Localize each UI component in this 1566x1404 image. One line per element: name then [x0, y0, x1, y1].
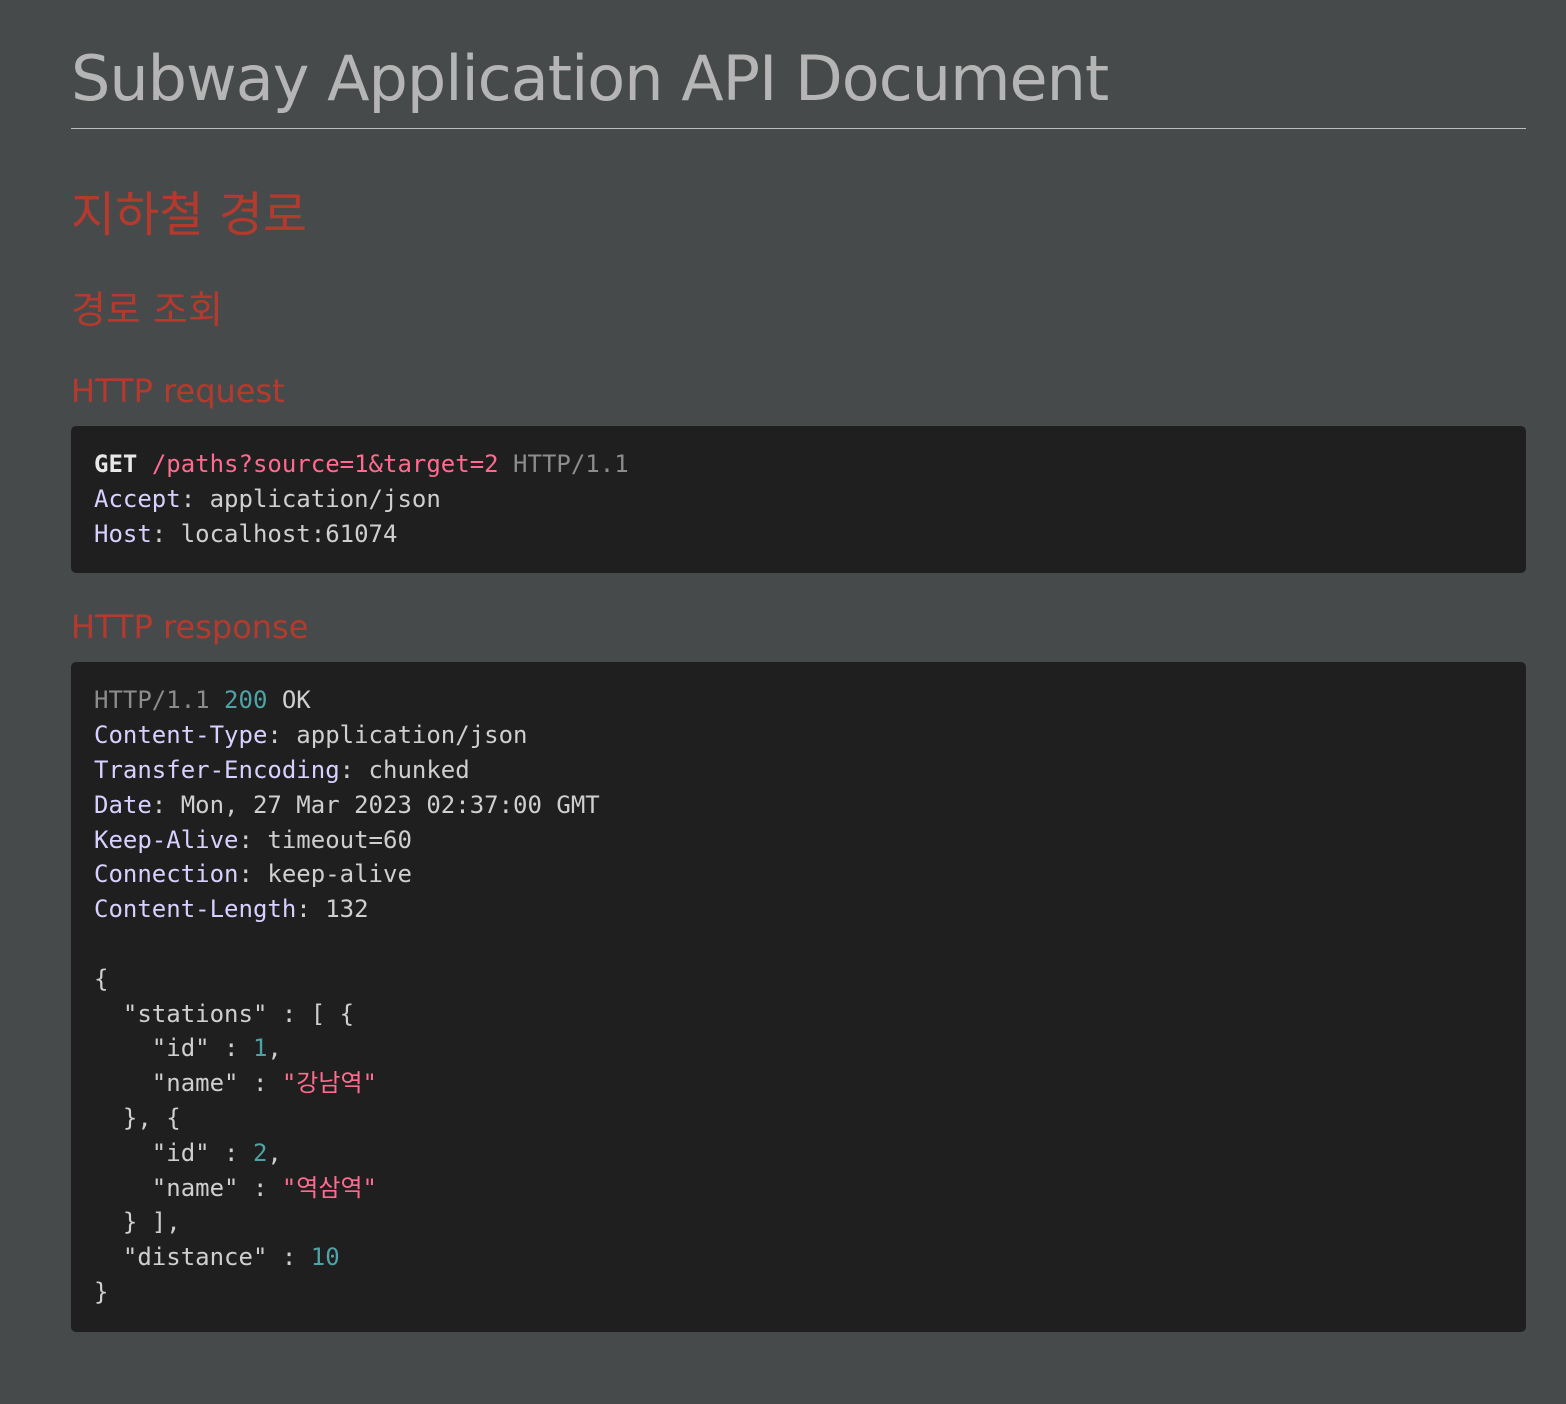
response-header-value: 132	[325, 895, 369, 924]
response-header-name: Date	[94, 790, 152, 819]
subsection-title: 경로 조회	[71, 288, 223, 332]
json-line: "name" : "강남역"	[151, 1069, 377, 1098]
response-header-name: Content-Length	[94, 895, 297, 924]
json-line: }	[94, 1277, 109, 1306]
request-header-value: application/json	[209, 484, 441, 513]
response-header-value: Mon, 27 Mar 2023 02:37:00 GMT	[180, 790, 600, 819]
request-protocol: HTTP/1.1	[513, 450, 629, 478]
request-method: GET	[94, 450, 138, 478]
json-line: "id" : 2,	[151, 1138, 282, 1167]
response-header-line: Keep-Alive: timeout=60	[94, 825, 412, 854]
request-header-value: localhost:61074	[180, 519, 398, 548]
request-heading: HTTP request	[71, 372, 285, 410]
json-line: {	[94, 964, 109, 993]
json-string: "역삼역"	[281, 1173, 377, 1202]
section-title: 지하철 경로	[71, 187, 308, 243]
request-path: /paths?source=1&target=2	[151, 450, 499, 478]
json-key: "name"	[151, 1173, 239, 1202]
json-key: "id"	[151, 1138, 210, 1167]
json-key: "stations"	[122, 999, 268, 1028]
response-header-name: Keep-Alive	[94, 825, 239, 854]
json-number: 2	[252, 1138, 268, 1167]
response-header-value: chunked	[368, 755, 470, 784]
response-header-name: Content-Type	[94, 721, 268, 750]
response-header-name: Connection	[94, 860, 239, 889]
response-header-line: Content-Length: 132	[94, 895, 369, 924]
json-key: "id"	[151, 1034, 210, 1063]
response-header-line: Date: Mon, 27 Mar 2023 02:37:00 GMT	[94, 790, 600, 819]
request-header-line: Host: localhost:61074	[94, 519, 398, 548]
json-number: 10	[310, 1243, 340, 1272]
response-protocol: HTTP/1.1	[94, 686, 210, 715]
json-line: "stations" : [ {	[122, 999, 355, 1028]
response-header-value: keep-alive	[267, 860, 412, 889]
api-document: Subway Application API Document 지하철 경로 경…	[71, 0, 1526, 1332]
request-line: GET /paths?source=1&target=2 HTTP/1.1	[94, 447, 1503, 482]
request-header-name: Host	[94, 519, 152, 548]
document-title: Subway Application API Document	[71, 0, 1526, 129]
response-header-value: timeout=60	[267, 825, 412, 854]
response-header-name: Transfer-Encoding	[94, 755, 340, 784]
response-header-value: application/json	[296, 721, 528, 750]
request-header-line: Accept: application/json	[94, 484, 441, 513]
json-line: "id" : 1,	[151, 1034, 282, 1063]
json-line: "name" : "역삼역"	[151, 1173, 377, 1202]
response-heading: HTTP response	[71, 608, 309, 647]
status-line: HTTP/1.1 200 OK	[94, 683, 1503, 718]
response-header-line: Transfer-Encoding: chunked	[94, 755, 470, 784]
response-code-block: HTTP/1.1 200 OK Content-Type: applicatio…	[71, 662, 1526, 1332]
response-header-line: Connection: keep-alive	[94, 860, 412, 889]
status-code: 200	[224, 686, 268, 715]
json-key: "distance"	[122, 1243, 268, 1272]
json-line: "distance" : 10	[122, 1243, 340, 1272]
json-number: 1	[252, 1034, 268, 1063]
json-key: "name"	[151, 1069, 239, 1098]
json-string: "강남역"	[281, 1069, 377, 1098]
json-line: } ],	[94, 1208, 181, 1237]
status-text: OK	[281, 686, 311, 715]
response-header-line: Content-Type: application/json	[94, 721, 528, 750]
json-line: }, {	[94, 1103, 181, 1132]
request-code-block: GET /paths?source=1&target=2 HTTP/1.1 Ac…	[71, 426, 1526, 574]
request-header-name: Accept	[94, 484, 181, 513]
